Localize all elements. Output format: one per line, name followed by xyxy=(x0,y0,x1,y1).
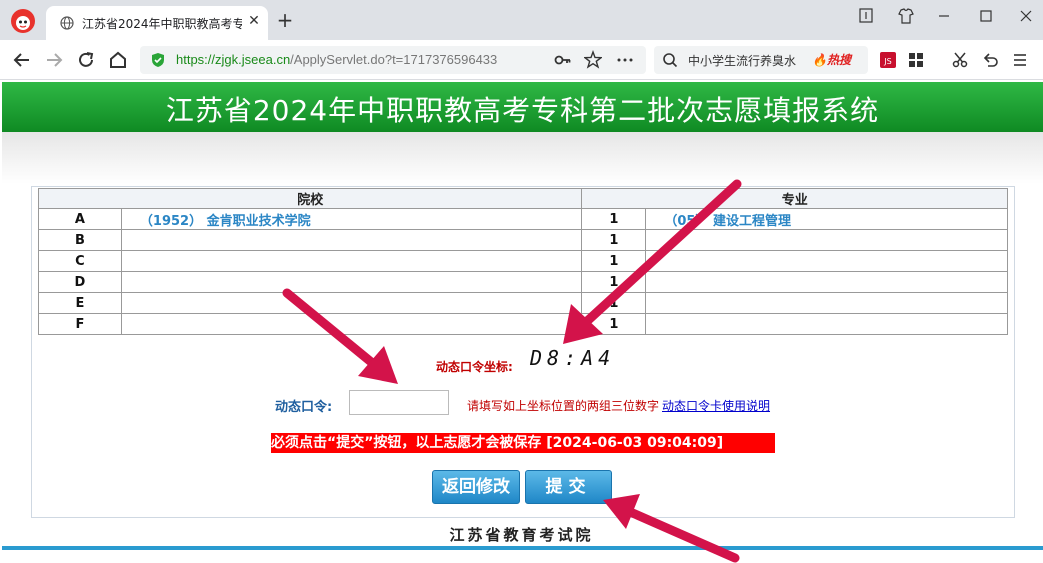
table-row: F 1 xyxy=(38,313,1008,335)
row-letter: C xyxy=(38,250,122,272)
new-tab-icon[interactable]: + xyxy=(274,10,296,32)
major-order: 1 xyxy=(581,271,647,293)
back-arrow-icon[interactable] xyxy=(10,48,34,72)
footer-organization: 江苏省教育考试院 xyxy=(449,526,594,544)
hot-search-badge: 🔥热搜 xyxy=(812,53,851,67)
bookmark-star-icon[interactable] xyxy=(584,49,602,71)
school-name xyxy=(120,292,583,314)
menu-icon[interactable] xyxy=(1010,50,1030,70)
dynamic-code-hint: 请填写如上坐标位置的两组三位数字 xyxy=(467,399,660,413)
page-title: 江苏省2024年中职职教高考专科第二批次志愿填报系统 xyxy=(165,94,880,127)
home-icon[interactable] xyxy=(106,48,130,72)
more-dots-icon[interactable] xyxy=(614,48,636,72)
scissors-icon[interactable] xyxy=(950,50,970,70)
table-row: E 1 xyxy=(38,292,1008,314)
choices-table: 院校 专业 A （1952） 金肯职业技术学院 1 （05） 建设工程管理 B … xyxy=(37,188,1008,335)
major-name xyxy=(645,292,1008,314)
dynamic-code-coordinate-value: D8:A4 xyxy=(530,346,616,370)
row-letter: D xyxy=(38,271,122,293)
browser-tab[interactable]: 江苏省2024年中职职教高考专 ✕ xyxy=(46,6,268,40)
dynamic-code-label: 动态口令: xyxy=(275,400,333,415)
school-name xyxy=(120,250,583,272)
address-url: https://zjgk.jseea.cn/ApplyServlet.do?t=… xyxy=(176,52,498,67)
major-order: 1 xyxy=(581,250,647,272)
js-extension-icon[interactable]: JS xyxy=(878,50,898,70)
key-icon[interactable] xyxy=(554,51,572,69)
browser-tab-bar: 江苏省2024年中职职教高考专 ✕ + xyxy=(0,0,1043,40)
major-order: 1 xyxy=(581,229,647,251)
tab-title: 江苏省2024年中职职教高考专 xyxy=(82,17,242,31)
major-name: （05） 建设工程管理 xyxy=(645,208,1008,230)
minimize-icon[interactable] xyxy=(928,4,960,28)
row-letter: E xyxy=(38,292,122,314)
search-box[interactable]: 中小学生流行养臭水 🔥热搜 xyxy=(654,46,868,74)
system-banner: 江苏省2024年中职职教高考专科第二批次志愿填报系统 xyxy=(2,82,1043,132)
submit-button[interactable]: 提交 xyxy=(525,470,612,504)
row-letter: B xyxy=(38,229,122,251)
search-suggestion: 中小学生流行养臭水 xyxy=(688,54,797,68)
header-school: 院校 xyxy=(37,188,583,209)
address-bar[interactable]: https://zjgk.jseea.cn/ApplyServlet.do?t=… xyxy=(140,46,646,74)
browser-toolbar: https://zjgk.jseea.cn/ApplyServlet.do?t=… xyxy=(0,40,1043,80)
footer-divider xyxy=(2,546,1043,550)
svg-text:JS: JS xyxy=(883,57,891,66)
major-name xyxy=(645,271,1008,293)
table-row: B 1 xyxy=(38,229,1008,251)
table-row: A （1952） 金肯职业技术学院 1 （05） 建设工程管理 xyxy=(38,208,1008,230)
maximize-icon[interactable] xyxy=(970,4,1002,28)
save-warning-notice: 必须点击“提交”按钮，以上志愿才会被保存 [2024-06-03 09:04:0… xyxy=(271,433,775,453)
row-letter: F xyxy=(38,313,122,335)
school-name xyxy=(120,229,583,251)
header-major: 专业 xyxy=(581,188,1008,209)
forward-arrow-icon[interactable] xyxy=(42,48,66,72)
major-name xyxy=(645,229,1008,251)
table-header-row: 院校 专业 xyxy=(37,188,1008,209)
skin-shirt-icon[interactable] xyxy=(890,4,922,28)
school-name xyxy=(120,271,583,293)
school-name: （1952） 金肯职业技术学院 xyxy=(120,208,583,230)
close-window-icon[interactable] xyxy=(1010,4,1042,28)
browser-logo-icon xyxy=(11,9,35,33)
school-name xyxy=(120,313,583,335)
major-name xyxy=(645,250,1008,272)
table-row: D 1 xyxy=(38,271,1008,293)
search-icon xyxy=(663,53,678,68)
tab-list-icon[interactable] xyxy=(850,4,882,28)
back-modify-button[interactable]: 返回修改 xyxy=(432,470,520,504)
dynamic-code-help-link[interactable]: 动态口令卡使用说明 xyxy=(662,397,770,414)
major-name xyxy=(645,313,1008,335)
undo-icon[interactable] xyxy=(980,50,1000,70)
apps-grid-icon[interactable] xyxy=(906,50,926,70)
tab-close-icon[interactable]: ✕ xyxy=(246,13,262,29)
reload-icon[interactable] xyxy=(74,48,98,72)
major-order: 1 xyxy=(581,292,647,314)
row-letter: A xyxy=(38,208,122,230)
dynamic-code-coordinate-label: 动态口令坐标: xyxy=(436,360,513,374)
header-shade xyxy=(2,132,1043,184)
globe-icon xyxy=(60,16,74,30)
major-order: 1 xyxy=(581,313,647,335)
dynamic-code-input[interactable] xyxy=(349,390,449,415)
table-row: C 1 xyxy=(38,250,1008,272)
secure-shield-icon xyxy=(152,53,164,67)
major-order: 1 xyxy=(581,208,647,230)
